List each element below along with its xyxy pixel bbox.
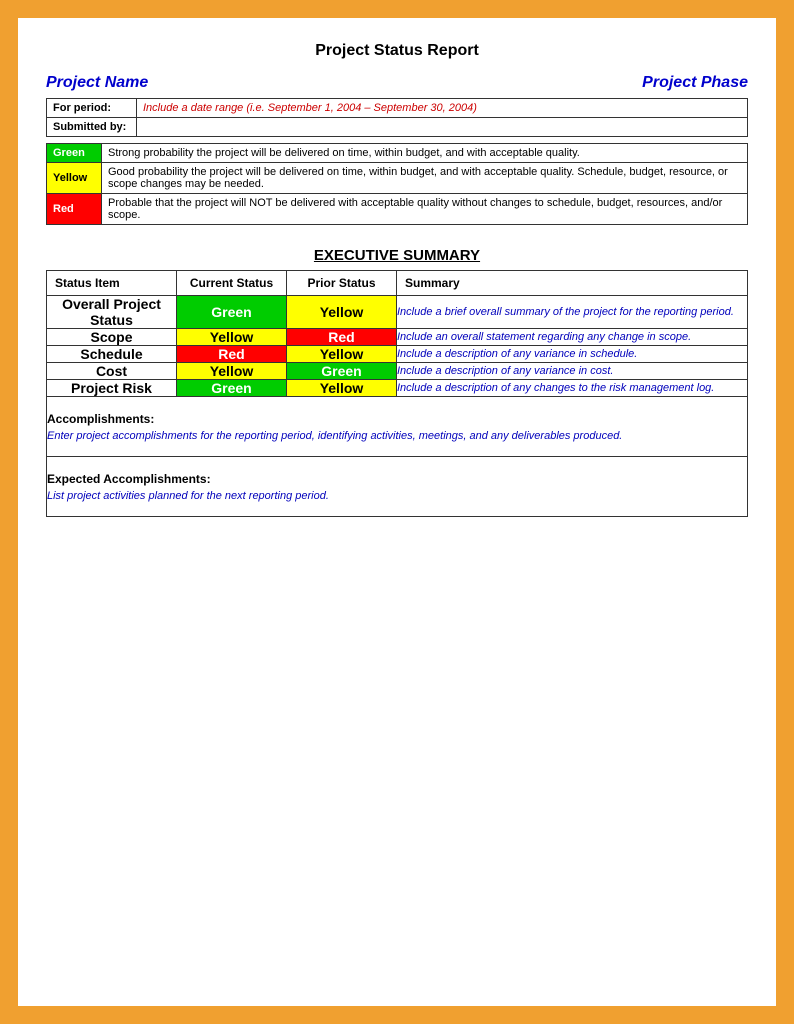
accomplishments-text: Enter project accomplishments for the re… (47, 430, 747, 442)
prior-status-cell-0: Yellow (287, 296, 397, 329)
col-current-status: Current Status (177, 271, 287, 296)
item-cell-4: Project Risk (47, 380, 177, 397)
item-cell-2: Schedule (47, 346, 177, 363)
current-status-cell-1: Yellow (177, 329, 287, 346)
prior-status-cell-1: Red (287, 329, 397, 346)
item-cell-1: Scope (47, 329, 177, 346)
current-status-cell-4: Green (177, 380, 287, 397)
project-name-label: Project Name (46, 74, 148, 92)
exec-table-row: Overall Project Status Green Yellow Incl… (47, 296, 748, 329)
summary-cell-4: Include a description of any changes to … (397, 380, 748, 397)
accomplishments-cell: Accomplishments: Enter project accomplis… (47, 397, 748, 457)
legend-green-label: Green (47, 144, 102, 163)
summary-cell-0: Include a brief overall summary of the p… (397, 296, 748, 329)
exec-table-row: Cost Yellow Green Include a description … (47, 363, 748, 380)
submitted-by-row: Submitted by: (47, 118, 748, 137)
summary-cell-3: Include a description of any variance in… (397, 363, 748, 380)
exec-table-row: Project Risk Green Yellow Include a desc… (47, 380, 748, 397)
current-status-cell-2: Red (177, 346, 287, 363)
submitted-by-label: Submitted by: (47, 118, 137, 137)
prior-status-cell-3: Green (287, 363, 397, 380)
col-status-item: Status Item (47, 271, 177, 296)
item-cell-3: Cost (47, 363, 177, 380)
legend-green-desc: Strong probability the project will be d… (102, 144, 748, 163)
page: Project Status Report Project Name Proje… (18, 18, 776, 1006)
current-status-cell-3: Yellow (177, 363, 287, 380)
expected-accomplishments-text: List project activities planned for the … (47, 490, 747, 502)
legend-red-label: Red (47, 194, 102, 225)
col-prior-status: Prior Status (287, 271, 397, 296)
exec-table: Status Item Current Status Prior Status … (46, 270, 748, 517)
exec-summary-title: EXECUTIVE SUMMARY (46, 247, 748, 264)
current-status-cell-0: Green (177, 296, 287, 329)
summary-cell-2: Include a description of any variance in… (397, 346, 748, 363)
accomplishments-row: Accomplishments: Enter project accomplis… (47, 397, 748, 457)
legend-red-desc: Probable that the project will NOT be de… (102, 194, 748, 225)
legend-yellow-row: Yellow Good probability the project will… (47, 163, 748, 194)
header-row: Project Name Project Phase (46, 74, 748, 92)
accomplishments-title: Accomplishments: (47, 412, 747, 426)
col-summary: Summary (397, 271, 748, 296)
submitted-by-value (137, 118, 748, 137)
item-cell-0: Overall Project Status (47, 296, 177, 329)
main-title: Project Status Report (46, 42, 748, 60)
legend-table: Green Strong probability the project wil… (46, 143, 748, 225)
info-table: For period: Include a date range (i.e. S… (46, 98, 748, 137)
expected-accomplishments-title: Expected Accomplishments: (47, 472, 747, 486)
legend-red-row: Red Probable that the project will NOT b… (47, 194, 748, 225)
for-period-label: For period: (47, 99, 137, 118)
section-gap (46, 227, 748, 247)
legend-yellow-label: Yellow (47, 163, 102, 194)
summary-cell-1: Include an overall statement regarding a… (397, 329, 748, 346)
exec-table-row: Scope Yellow Red Include an overall stat… (47, 329, 748, 346)
exec-table-row: Schedule Red Yellow Include a descriptio… (47, 346, 748, 363)
for-period-row: For period: Include a date range (i.e. S… (47, 99, 748, 118)
prior-status-cell-2: Yellow (287, 346, 397, 363)
for-period-value: Include a date range (i.e. September 1, … (137, 99, 748, 118)
project-phase-label: Project Phase (642, 74, 748, 92)
legend-green-row: Green Strong probability the project wil… (47, 144, 748, 163)
exec-table-header: Status Item Current Status Prior Status … (47, 271, 748, 296)
expected-accomplishments-row: Expected Accomplishments: List project a… (47, 457, 748, 517)
expected-accomplishments-cell: Expected Accomplishments: List project a… (47, 457, 748, 517)
prior-status-cell-4: Yellow (287, 380, 397, 397)
legend-yellow-desc: Good probability the project will be del… (102, 163, 748, 194)
